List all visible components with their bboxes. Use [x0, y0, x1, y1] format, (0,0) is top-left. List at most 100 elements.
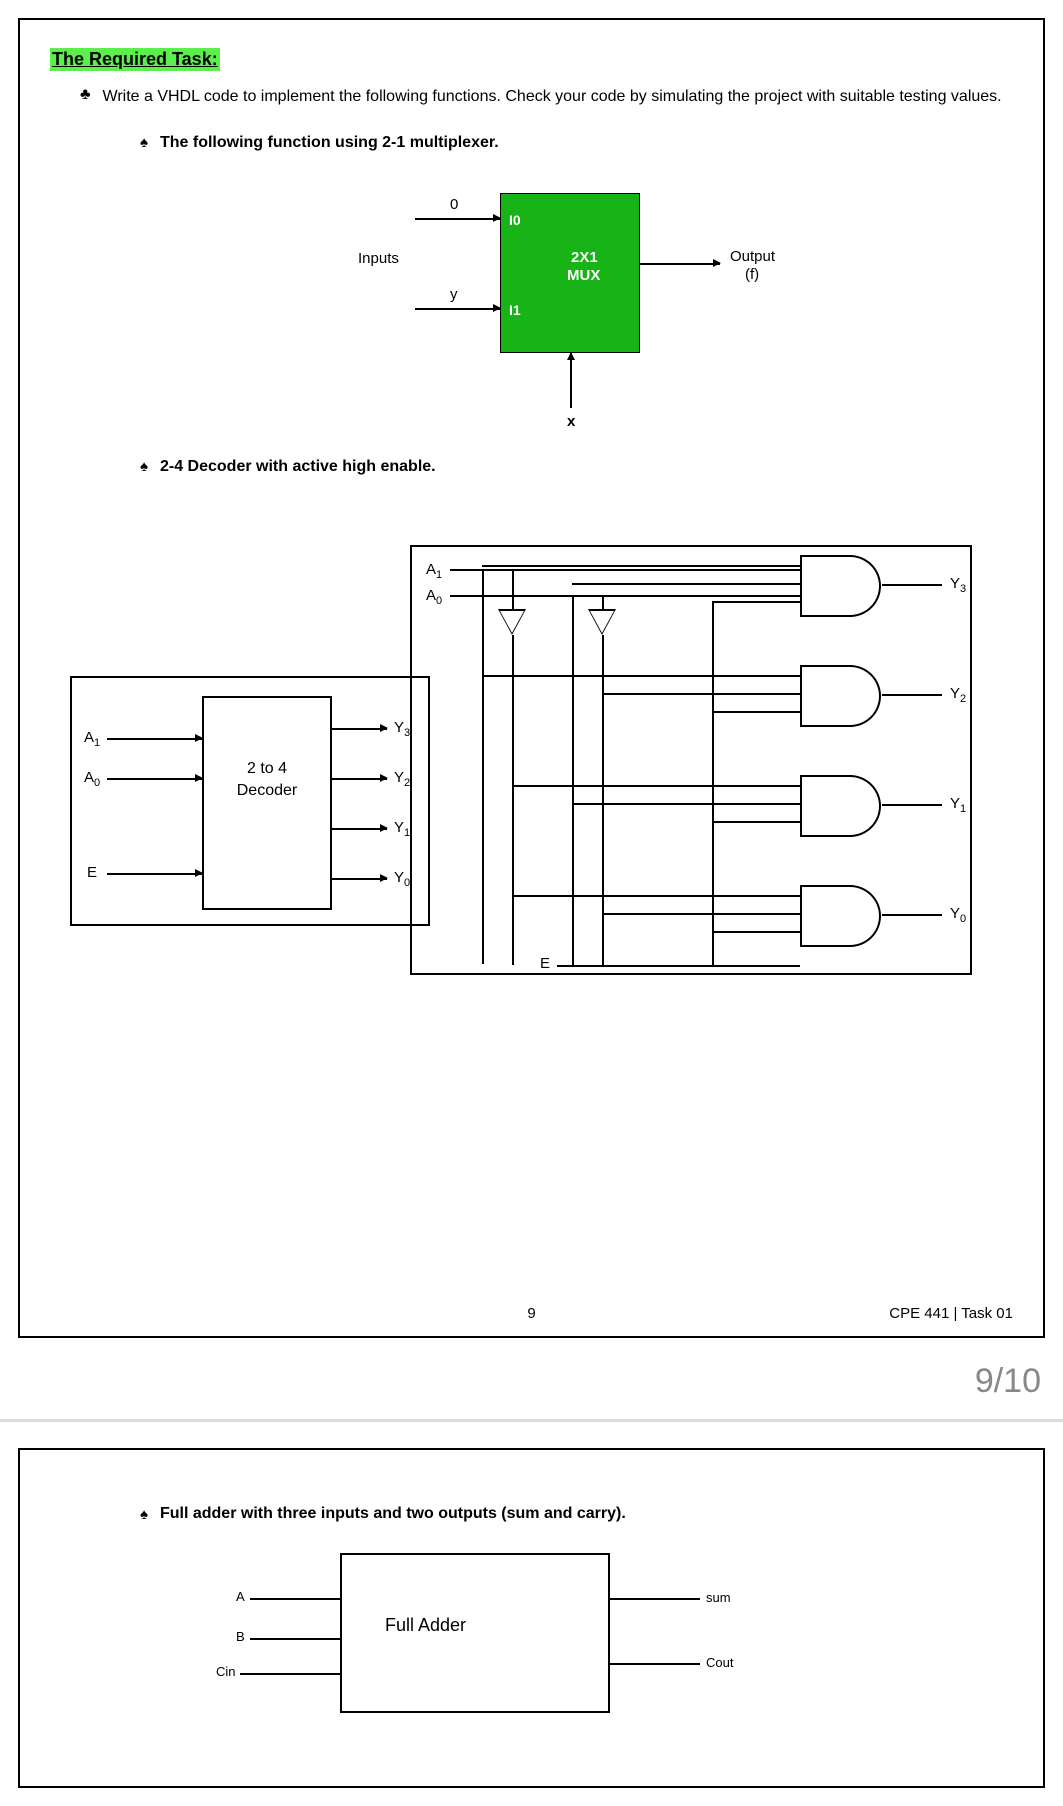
label-sel: x [567, 413, 575, 430]
label-a1: A1 [84, 729, 100, 749]
wire-a1 [107, 738, 202, 740]
label-fa-cout: Cout [706, 1655, 733, 1670]
decoder-heading: 2-4 Decoder with active high enable. [160, 458, 436, 476]
label-e: E [87, 864, 97, 881]
wire-cin [240, 1673, 340, 1675]
page-footer: 9 CPE 441 | Task 01 [20, 1305, 1043, 1322]
club-icon: ♣ [80, 85, 91, 104]
spade-icon: ♠ [140, 458, 148, 475]
schem-wire [572, 583, 800, 585]
mux-diagram: I0 I1 2X1 MUX 0 y Inputs x Output (f) [50, 168, 1013, 428]
mux-heading-row: ♠ The following function using 2-1 multi… [140, 134, 1013, 152]
page-2: ♠ Full adder with three inputs and two o… [18, 1448, 1045, 1788]
wire-sel [570, 353, 572, 408]
footer-pagenum: 9 [527, 1305, 535, 1322]
section-title: The Required Task: [50, 48, 220, 71]
schem-wire [482, 569, 484, 964]
wire-y0 [332, 878, 387, 880]
fulladder-title: Full Adder [385, 1615, 466, 1636]
decoder-box-line2: Decoder [204, 780, 330, 802]
mux-port-i0: I0 [509, 212, 521, 228]
wire-b [250, 1638, 340, 1640]
schem-wire [712, 931, 800, 933]
wire-cout [610, 1663, 700, 1665]
schem-y3: Y3 [950, 575, 966, 595]
mux-title2: MUX [567, 267, 600, 284]
spade-icon: ♠ [140, 1506, 148, 1523]
wire-i0 [415, 218, 500, 220]
page-divider [0, 1419, 1063, 1422]
spade-icon: ♠ [140, 134, 148, 151]
schem-wire [512, 785, 800, 787]
footer-course: CPE 441 | Task 01 [889, 1305, 1013, 1322]
schem-wire [557, 965, 800, 967]
schem-wire [450, 595, 800, 597]
wire-a0 [107, 778, 202, 780]
intro-text: Write a VHDL code to implement the follo… [103, 85, 1002, 110]
schem-wire [482, 565, 800, 567]
schem-y1: Y1 [950, 795, 966, 815]
schem-wire [712, 601, 714, 931]
wire-y2 [332, 778, 387, 780]
fulladder-diagram: Full Adder A B Cin sum Cout [140, 1543, 860, 1723]
schem-e: E [540, 955, 550, 972]
label-fa-a: A [236, 1589, 245, 1604]
wire-out [640, 263, 720, 265]
schem-wire [712, 821, 800, 823]
and-gate-icon [800, 555, 885, 613]
schem-wire [712, 711, 800, 713]
and-gate-icon [800, 665, 885, 723]
label-fa-b: B [236, 1629, 245, 1644]
label-a0: A0 [84, 769, 100, 789]
mux-title1: 2X1 [571, 249, 598, 266]
schem-wire [602, 693, 800, 695]
schem-a1: A1 [426, 561, 442, 581]
schem-wire [572, 595, 574, 965]
label-outf: (f) [745, 266, 759, 283]
decoder-block: 2 to 4 Decoder A1 A0 E Y3 Y2 Y1 Y0 [70, 676, 430, 926]
schem-a0: A0 [426, 587, 442, 607]
not-gate-icon [498, 609, 526, 635]
and-gate-icon [800, 775, 885, 833]
fulladder-heading-row: ♠ Full adder with three inputs and two o… [140, 1505, 1013, 1523]
fulladder-box [340, 1553, 610, 1713]
wire-e [107, 873, 202, 875]
big-page-number: 9/10 [0, 1356, 1063, 1419]
decoder-heading-row: ♠ 2-4 Decoder with active high enable. [140, 458, 1013, 476]
schem-wire [882, 584, 942, 586]
schem-y2: Y2 [950, 685, 966, 705]
label-y0: Y0 [394, 869, 410, 889]
schem-wire [882, 694, 942, 696]
wire-a [250, 1598, 340, 1600]
schem-wire [482, 675, 800, 677]
schem-y0: Y0 [950, 905, 966, 925]
schem-wire [602, 913, 800, 915]
schem-wire [712, 931, 714, 967]
decoder-box: 2 to 4 Decoder [202, 696, 332, 910]
decoder-schematic: A1 A0 E [410, 545, 972, 975]
label-y3: Y3 [394, 719, 410, 739]
and-gate-icon [800, 885, 885, 943]
label-in0: 0 [450, 196, 458, 213]
fulladder-heading: Full adder with three inputs and two out… [160, 1505, 626, 1523]
schem-wire [602, 595, 604, 609]
label-in1: y [450, 286, 458, 303]
schem-wire [882, 804, 942, 806]
label-fa-sum: sum [706, 1590, 731, 1605]
wire-i1 [415, 308, 500, 310]
intro-row: ♣ Write a VHDL code to implement the fol… [80, 85, 1013, 110]
mux-heading: The following function using 2-1 multipl… [160, 134, 499, 152]
schem-wire [450, 569, 800, 571]
wire-y3 [332, 728, 387, 730]
mux-port-i1: I1 [509, 302, 521, 318]
schem-wire [602, 635, 604, 965]
schem-wire [512, 569, 514, 609]
decoder-box-line1: 2 to 4 [204, 758, 330, 780]
wire-sum [610, 1598, 700, 1600]
label-fa-cin: Cin [216, 1664, 236, 1679]
schem-wire [572, 803, 800, 805]
label-output: Output [730, 248, 775, 265]
not-gate-icon [588, 609, 616, 635]
page-1: The Required Task: ♣ Write a VHDL code t… [18, 18, 1045, 1338]
schem-wire [512, 635, 514, 965]
